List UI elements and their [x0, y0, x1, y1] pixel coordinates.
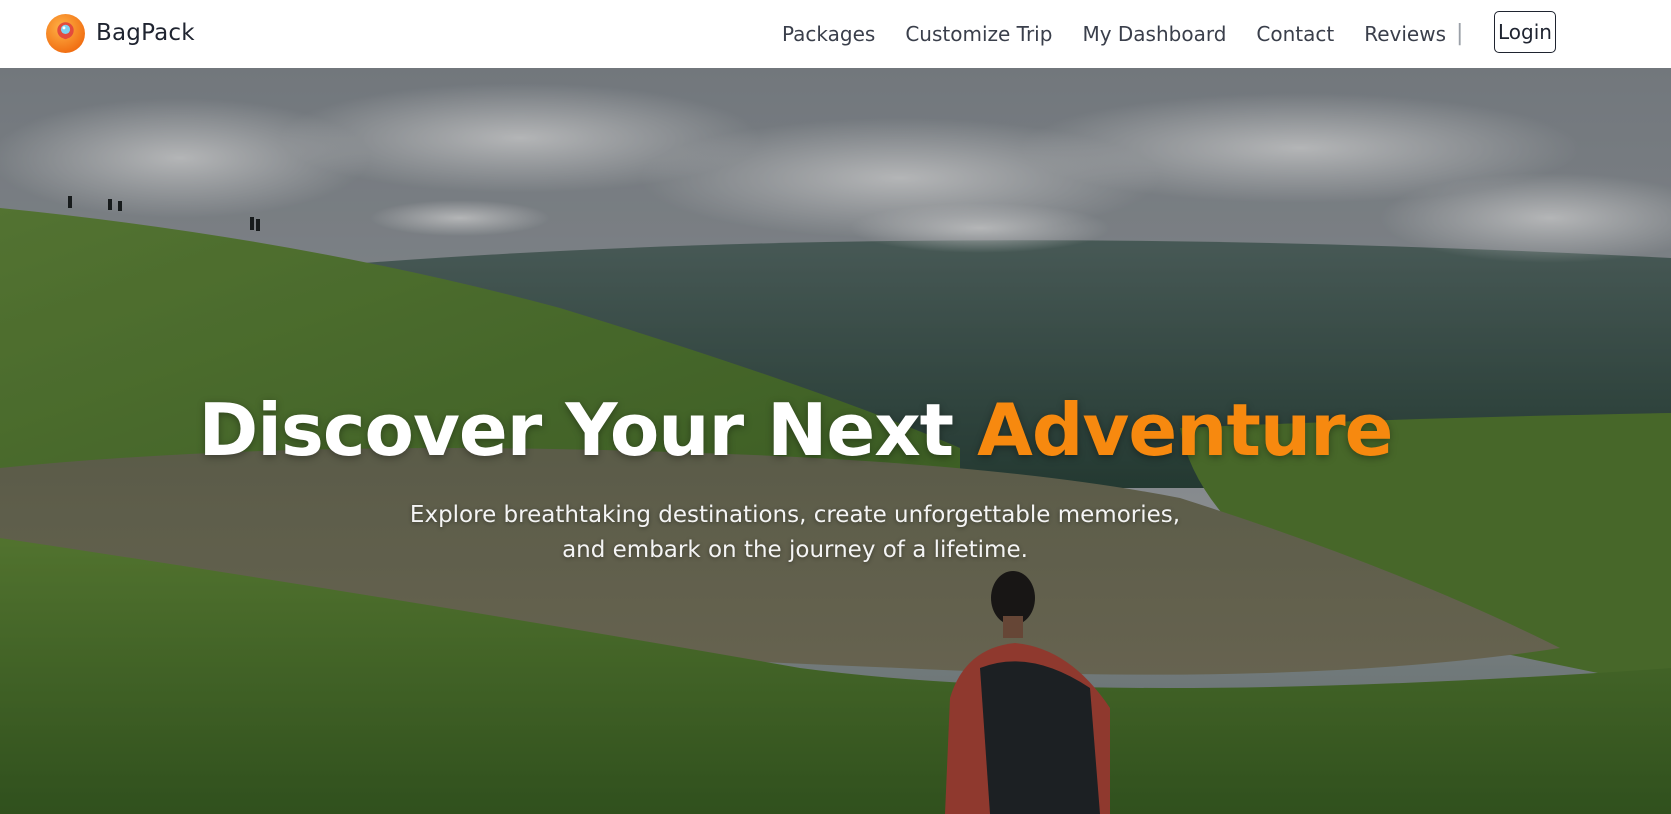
main-nav: Packages Customize Trip My Dashboard Con… [782, 0, 1446, 68]
brand-name: BagPack [96, 20, 195, 46]
nav-reviews[interactable]: Reviews [1364, 22, 1446, 46]
hero-section: Discover Your Next Adventure Explore bre… [0, 68, 1671, 814]
nav-packages[interactable]: Packages [782, 22, 875, 46]
hero-title-accent: Adventure [977, 388, 1393, 472]
nav-contact[interactable]: Contact [1256, 22, 1334, 46]
brand-logo-link[interactable]: BagPack [45, 13, 195, 53]
nav-separator: | [1456, 21, 1464, 46]
hero-title: Discover Your Next Adventure [0, 388, 1591, 472]
top-navbar: BagPack Packages Customize Trip My Dashb… [0, 0, 1671, 68]
hero-subtitle: Explore breathtaking destinations, creat… [409, 502, 1181, 563]
hero-title-main: Discover Your Next [198, 388, 978, 472]
login-button[interactable]: Login [1494, 11, 1556, 53]
nav-my-dashboard[interactable]: My Dashboard [1082, 22, 1226, 46]
nav-customize-trip[interactable]: Customize Trip [905, 22, 1052, 46]
location-pin-balloon-icon [46, 13, 85, 53]
